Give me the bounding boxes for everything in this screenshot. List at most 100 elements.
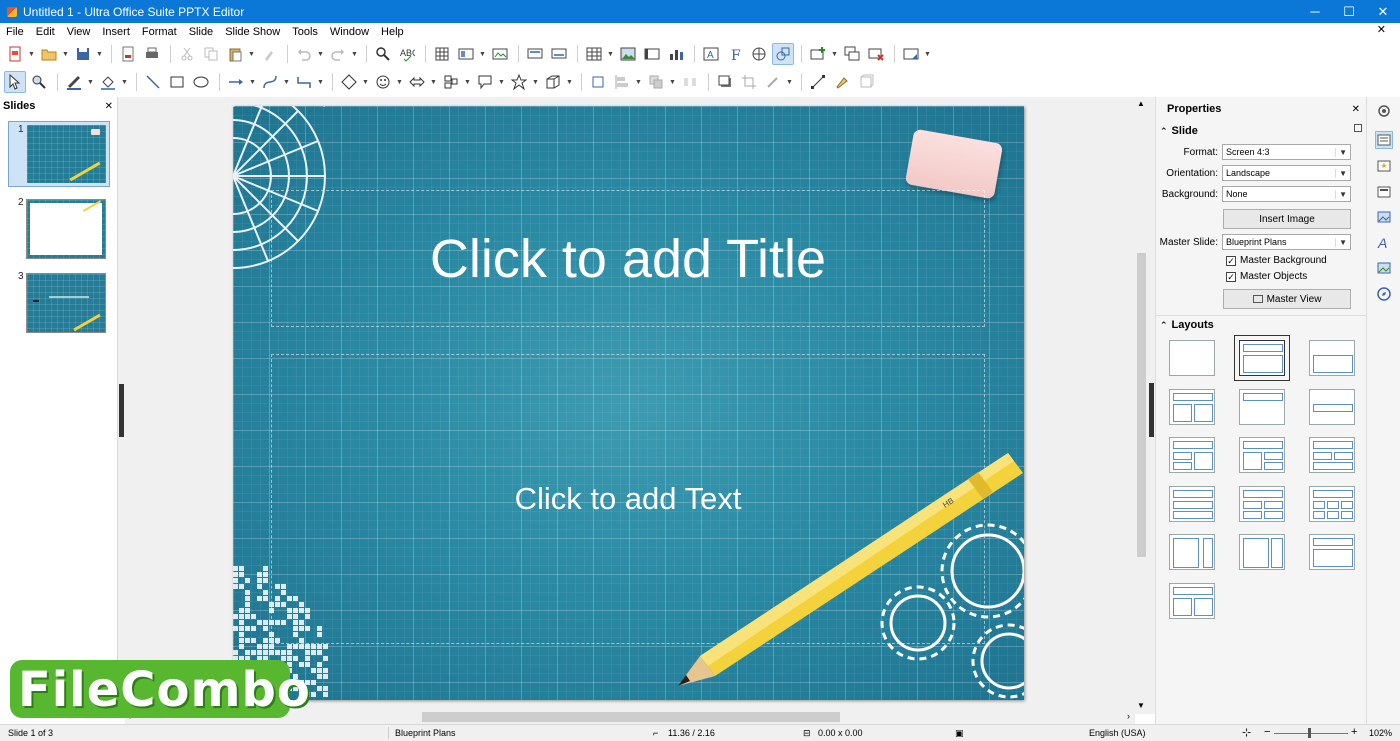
filter-icon[interactable] bbox=[762, 71, 784, 93]
undo-icon[interactable] bbox=[293, 43, 315, 65]
orientation-select[interactable]: Landscape ▼ bbox=[1222, 165, 1351, 181]
scroll-up-icon[interactable]: ▲ bbox=[1137, 99, 1145, 108]
title-placeholder[interactable]: Click to add Title bbox=[271, 190, 985, 327]
chart-icon[interactable] bbox=[665, 43, 687, 65]
close-icon[interactable]: ✕ bbox=[105, 101, 113, 112]
slide-thumbnail-2[interactable]: 2 bbox=[6, 197, 112, 267]
layouts-section-header[interactable]: ⌃ Layouts bbox=[1160, 319, 1214, 331]
zoom-slider-knob[interactable] bbox=[1307, 728, 1311, 738]
text-box-icon[interactable]: A bbox=[700, 43, 722, 65]
master-background-checkbox[interactable]: ✓ Master Background bbox=[1226, 255, 1327, 266]
curve-icon[interactable] bbox=[259, 71, 281, 93]
menu-insert[interactable]: Insert bbox=[96, 26, 136, 38]
points-icon[interactable] bbox=[807, 71, 829, 93]
zoom-level[interactable]: 102% bbox=[1369, 728, 1392, 738]
save-icon[interactable] bbox=[72, 43, 94, 65]
chevron-down-icon[interactable]: ▼ bbox=[479, 51, 486, 58]
master-view-button[interactable]: Master View bbox=[1223, 289, 1351, 309]
collapse-slides-pane-handle[interactable] bbox=[119, 384, 124, 437]
arrow-line-icon[interactable] bbox=[225, 71, 247, 93]
more-options-icon[interactable] bbox=[1354, 124, 1362, 132]
redo-icon[interactable] bbox=[327, 43, 349, 65]
chevron-down-icon[interactable]: ▼ bbox=[464, 79, 471, 86]
slide-thumbnail-1[interactable]: 1 bbox=[6, 121, 112, 191]
layout-option[interactable] bbox=[1309, 340, 1355, 376]
grid-icon[interactable] bbox=[431, 43, 453, 65]
layout-option[interactable] bbox=[1169, 388, 1215, 425]
menu-slide[interactable]: Slide bbox=[183, 26, 219, 38]
connector-icon[interactable] bbox=[293, 71, 315, 93]
layout-option[interactable] bbox=[1169, 437, 1215, 473]
chevron-down-icon[interactable]: ▼ bbox=[28, 51, 35, 58]
navigator-icon[interactable] bbox=[1376, 286, 1392, 302]
zoom-pan-icon[interactable] bbox=[28, 71, 50, 93]
layout-option[interactable] bbox=[1239, 485, 1285, 522]
chevron-down-icon[interactable]: ▼ bbox=[362, 79, 369, 86]
menu-window[interactable]: Window bbox=[324, 26, 375, 38]
chevron-down-icon[interactable]: ▼ bbox=[532, 79, 539, 86]
clone-formatting-icon[interactable] bbox=[258, 43, 280, 65]
layout-option[interactable] bbox=[1309, 485, 1355, 522]
zoom-slider[interactable] bbox=[1274, 733, 1348, 734]
chevron-down-icon[interactable]: ▼ bbox=[62, 51, 69, 58]
start-current-slide-icon[interactable] bbox=[548, 43, 570, 65]
chevron-down-icon[interactable]: ▼ bbox=[317, 79, 324, 86]
duplicate-slide-icon[interactable] bbox=[841, 43, 863, 65]
scroll-right-icon[interactable]: › bbox=[1127, 711, 1130, 721]
close-document-icon[interactable]: ✕ bbox=[1371, 23, 1392, 36]
fit-slide-icon[interactable]: ⊹ bbox=[1242, 726, 1251, 739]
flowchart-icon[interactable] bbox=[440, 71, 462, 93]
chevron-down-icon[interactable]: ▼ bbox=[248, 51, 255, 58]
properties-icon[interactable] bbox=[1375, 131, 1393, 149]
chevron-down-icon[interactable]: ▼ bbox=[607, 51, 614, 58]
chevron-down-icon[interactable]: ▼ bbox=[283, 79, 290, 86]
cut-icon[interactable] bbox=[176, 43, 198, 65]
shapes-icon[interactable] bbox=[772, 43, 794, 65]
menu-help[interactable]: Help bbox=[375, 26, 410, 38]
crop-icon[interactable] bbox=[738, 71, 760, 93]
master-slide-icon[interactable] bbox=[489, 43, 511, 65]
chevron-down-icon[interactable]: ▼ bbox=[924, 51, 931, 58]
slide-canvas[interactable]: Click to add Title Click to add Text HB bbox=[233, 106, 1024, 700]
master-slide-select[interactable]: Blueprint Plans ▼ bbox=[1222, 234, 1351, 250]
layout-option[interactable] bbox=[1309, 388, 1355, 425]
chevron-down-icon[interactable]: ▼ bbox=[351, 51, 358, 58]
collapse-sidebar-handle[interactable] bbox=[1149, 383, 1154, 437]
zoom-out-button[interactable]: − bbox=[1264, 726, 1270, 738]
vertical-scroll-thumb[interactable] bbox=[1137, 253, 1146, 557]
slide-thumbnail-3[interactable]: 3 bbox=[6, 271, 112, 341]
chevron-down-icon[interactable]: ▼ bbox=[96, 51, 103, 58]
shadow-icon[interactable] bbox=[714, 71, 736, 93]
distribute-icon[interactable] bbox=[679, 71, 701, 93]
start-first-slide-icon[interactable] bbox=[524, 43, 546, 65]
chevron-down-icon[interactable]: ▼ bbox=[317, 51, 324, 58]
menu-tools[interactable]: Tools bbox=[286, 26, 324, 38]
star-icon[interactable] bbox=[508, 71, 530, 93]
chevron-down-icon[interactable]: ▼ bbox=[396, 79, 403, 86]
zoom-in-button[interactable]: + bbox=[1351, 726, 1357, 738]
layout-option[interactable] bbox=[1169, 485, 1215, 522]
menu-slide-show[interactable]: Slide Show bbox=[219, 26, 286, 38]
fill-color-icon[interactable] bbox=[97, 71, 119, 93]
chevron-down-icon[interactable]: ▼ bbox=[498, 79, 505, 86]
block-arrows-icon[interactable] bbox=[406, 71, 428, 93]
chevron-down-icon[interactable]: ▼ bbox=[566, 79, 573, 86]
gear-icon[interactable] bbox=[1376, 103, 1392, 119]
export-pdf-icon[interactable] bbox=[117, 43, 139, 65]
maximize-button[interactable]: ☐ bbox=[1332, 0, 1366, 23]
chevron-down-icon[interactable]: ▼ bbox=[831, 51, 838, 58]
slide-section-header[interactable]: ⌃ Slide bbox=[1160, 125, 1198, 137]
close-icon[interactable]: ✕ bbox=[1352, 104, 1360, 115]
document-modified-icon[interactable]: ▣ bbox=[955, 728, 964, 739]
line-color-icon[interactable] bbox=[63, 71, 85, 93]
3d-objects-icon[interactable] bbox=[542, 71, 564, 93]
line-icon[interactable] bbox=[142, 71, 164, 93]
layout-option[interactable] bbox=[1239, 534, 1285, 570]
close-button[interactable]: ✕ bbox=[1366, 0, 1400, 23]
minimize-button[interactable]: ─ bbox=[1298, 0, 1332, 23]
layout-option[interactable] bbox=[1169, 582, 1215, 619]
fontwork-icon[interactable]: F bbox=[724, 43, 746, 65]
layout-option[interactable] bbox=[1169, 340, 1215, 376]
rectangle-icon[interactable] bbox=[166, 71, 188, 93]
open-icon[interactable] bbox=[38, 43, 60, 65]
